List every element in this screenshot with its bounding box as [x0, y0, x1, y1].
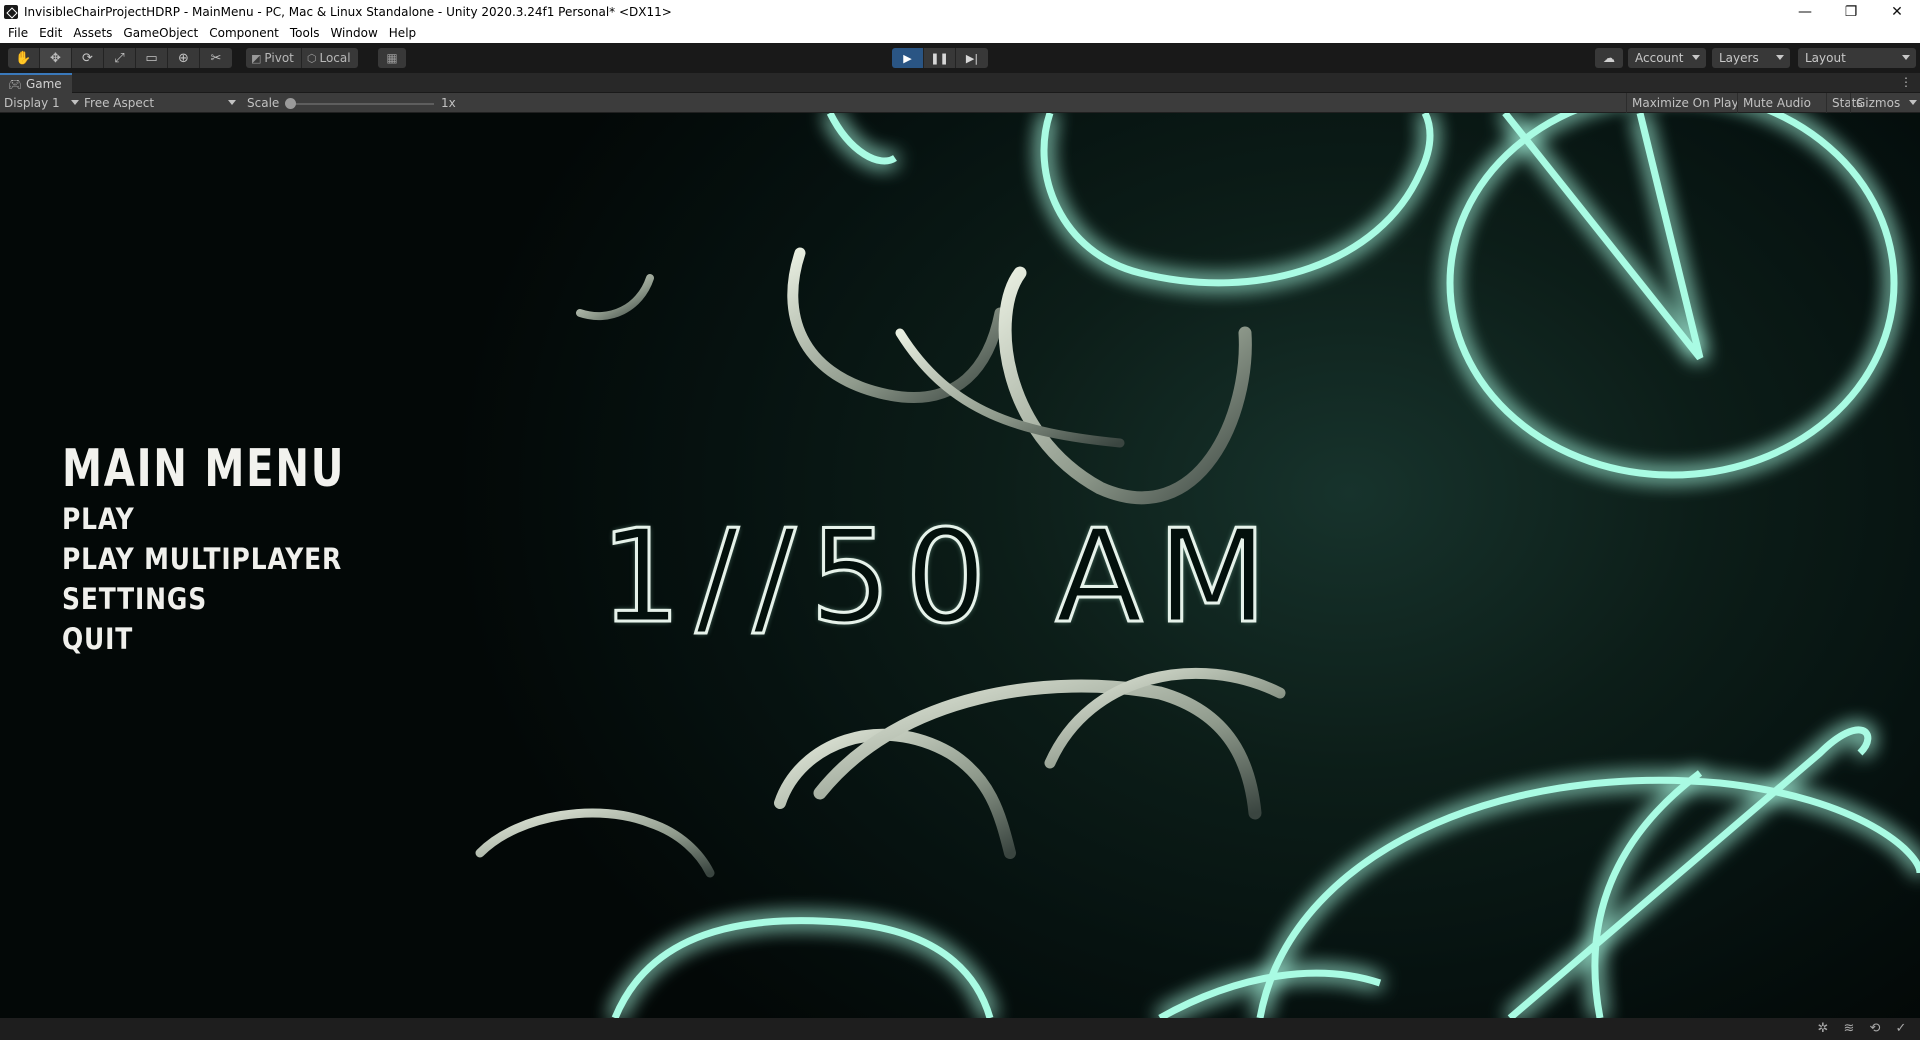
main-menu-title: MAIN MENU	[62, 439, 346, 499]
menu-bar: File Edit Assets GameObject Component To…	[0, 23, 1920, 43]
scale-tool-icon[interactable]: ⤢	[104, 48, 136, 68]
pivot-local-group: ◩ Pivot ⬡ Local	[246, 48, 358, 68]
game-logo: 1//50 AM	[598, 502, 1282, 654]
layout-label: Layout	[1805, 51, 1846, 65]
scale-slider-handle[interactable]	[285, 98, 296, 109]
chevron-down-icon	[71, 100, 79, 105]
layout-dropdown[interactable]: Layout	[1798, 48, 1916, 68]
pivot-label: Pivot	[264, 51, 294, 65]
status-bar: ✲ ≋ ⟲ ✓	[0, 1018, 1920, 1040]
chevron-down-icon	[1776, 55, 1784, 60]
window-controls: — ❐ ✕	[1782, 0, 1920, 23]
menu-gameobject[interactable]: GameObject	[119, 23, 205, 43]
gizmos-dropdown[interactable]: Gizmos	[1850, 93, 1920, 113]
menu-assets[interactable]: Assets	[69, 23, 119, 43]
display-label: Display 1	[4, 96, 60, 110]
custom-tool-icon[interactable]: ✂	[200, 48, 232, 68]
bug-icon[interactable]: ✲	[1810, 1021, 1836, 1036]
aspect-label: Free Aspect	[84, 96, 155, 110]
cloud-icon[interactable]: ☁	[1595, 48, 1623, 68]
quit-button[interactable]: QUIT	[62, 619, 345, 659]
chevron-down-icon	[228, 100, 236, 105]
menu-window[interactable]: Window	[326, 23, 384, 43]
menu-file[interactable]: File	[4, 23, 35, 43]
restore-button[interactable]: ❐	[1828, 0, 1874, 23]
sync-icon[interactable]: ⟲	[1862, 1021, 1888, 1036]
mute-audio-toggle[interactable]: Mute Audio	[1737, 93, 1816, 113]
layers-label: Layers	[1719, 51, 1759, 65]
window-titlebar: InvisibleChairProjectHDRP - MainMenu - P…	[0, 0, 1920, 23]
account-label: Account	[1635, 51, 1684, 65]
main-menu-panel: MAIN MENU PLAY PLAY MULTIPLAYER SETTINGS…	[62, 439, 391, 659]
chevron-down-icon	[1909, 100, 1917, 105]
step-icon[interactable]: ▶|	[956, 48, 988, 68]
gamepad-icon: 🎮︎	[8, 77, 22, 91]
move-tool-icon[interactable]: ✥	[40, 48, 72, 68]
rect-tool-icon[interactable]: ▭	[136, 48, 168, 68]
menu-tools[interactable]: Tools	[286, 23, 327, 43]
pivot-toggle[interactable]: ◩ Pivot	[246, 48, 302, 68]
main-toolbar: ✋ ✥ ⟳ ⤢ ▭ ⊕ ✂ ◩ Pivot ⬡ Local ▦ ▶ ❚❚ ▶| ☁ …	[0, 43, 1920, 73]
neon-rings-top	[826, 113, 1898, 479]
play-multiplayer-button[interactable]: PLAY MULTIPLAYER	[62, 539, 345, 579]
chevron-down-icon	[1902, 55, 1910, 60]
minimize-button[interactable]: —	[1782, 0, 1828, 23]
account-dropdown[interactable]: Account	[1628, 48, 1706, 68]
game-viewport[interactable]: MAIN MENU PLAY PLAY MULTIPLAYER SETTINGS…	[0, 113, 1920, 1018]
game-view-controls: Display 1 Free Aspect Scale 1x Maximize …	[0, 93, 1920, 113]
gizmos-label: Gizmos	[1856, 96, 1901, 110]
play-controls: ▶ ❚❚ ▶|	[892, 48, 988, 68]
tab-game-label: Game	[25, 77, 62, 91]
unity-logo-icon	[4, 4, 18, 19]
pause-icon[interactable]: ❚❚	[924, 48, 956, 68]
pivot-icon: ◩	[251, 51, 262, 65]
status-icons: ✲ ≋ ⟲ ✓	[1810, 1021, 1914, 1036]
rotate-tool-icon[interactable]: ⟳	[72, 48, 104, 68]
play-button[interactable]: PLAY	[62, 499, 345, 539]
cache-icon[interactable]: ≋	[1836, 1021, 1862, 1036]
hand-tool-icon[interactable]: ✋	[8, 48, 40, 68]
neon-rings-bottom	[611, 726, 1920, 1018]
tab-game[interactable]: 🎮︎ Game	[0, 73, 72, 93]
menu-component[interactable]: Component	[205, 23, 286, 43]
local-toggle[interactable]: ⬡ Local	[302, 48, 358, 68]
menu-help[interactable]: Help	[385, 23, 423, 43]
window-title: InvisibleChairProjectHDRP - MainMenu - P…	[24, 4, 672, 19]
logo-text: 1//50 AM	[598, 502, 1282, 654]
scale-slider-track[interactable]	[290, 103, 434, 105]
settings-button[interactable]: SETTINGS	[62, 579, 345, 619]
close-button[interactable]: ✕	[1874, 0, 1920, 23]
maximize-on-play-toggle[interactable]: Maximize On Play	[1626, 93, 1744, 113]
game-tab-bar: 🎮︎ Game ⋮	[0, 73, 1920, 93]
local-label: Local	[319, 51, 351, 65]
check-icon[interactable]: ✓	[1888, 1021, 1914, 1036]
menu-edit[interactable]: Edit	[35, 23, 69, 43]
scale-label: Scale	[247, 96, 280, 110]
transform-tools: ✋ ✥ ⟳ ⤢ ▭ ⊕ ✂	[8, 48, 232, 68]
aspect-dropdown[interactable]: Free Aspect	[84, 93, 236, 113]
scale-value: 1x	[441, 96, 456, 110]
transform-tool-icon[interactable]: ⊕	[168, 48, 200, 68]
chevron-down-icon	[1692, 55, 1700, 60]
layers-dropdown[interactable]: Layers	[1712, 48, 1790, 68]
display-dropdown[interactable]: Display 1	[4, 93, 80, 113]
local-icon: ⬡	[306, 51, 317, 65]
play-icon[interactable]: ▶	[892, 48, 924, 68]
kebab-menu-icon[interactable]: ⋮	[1900, 75, 1912, 89]
grid-snap-icon[interactable]: ▦	[378, 48, 406, 68]
